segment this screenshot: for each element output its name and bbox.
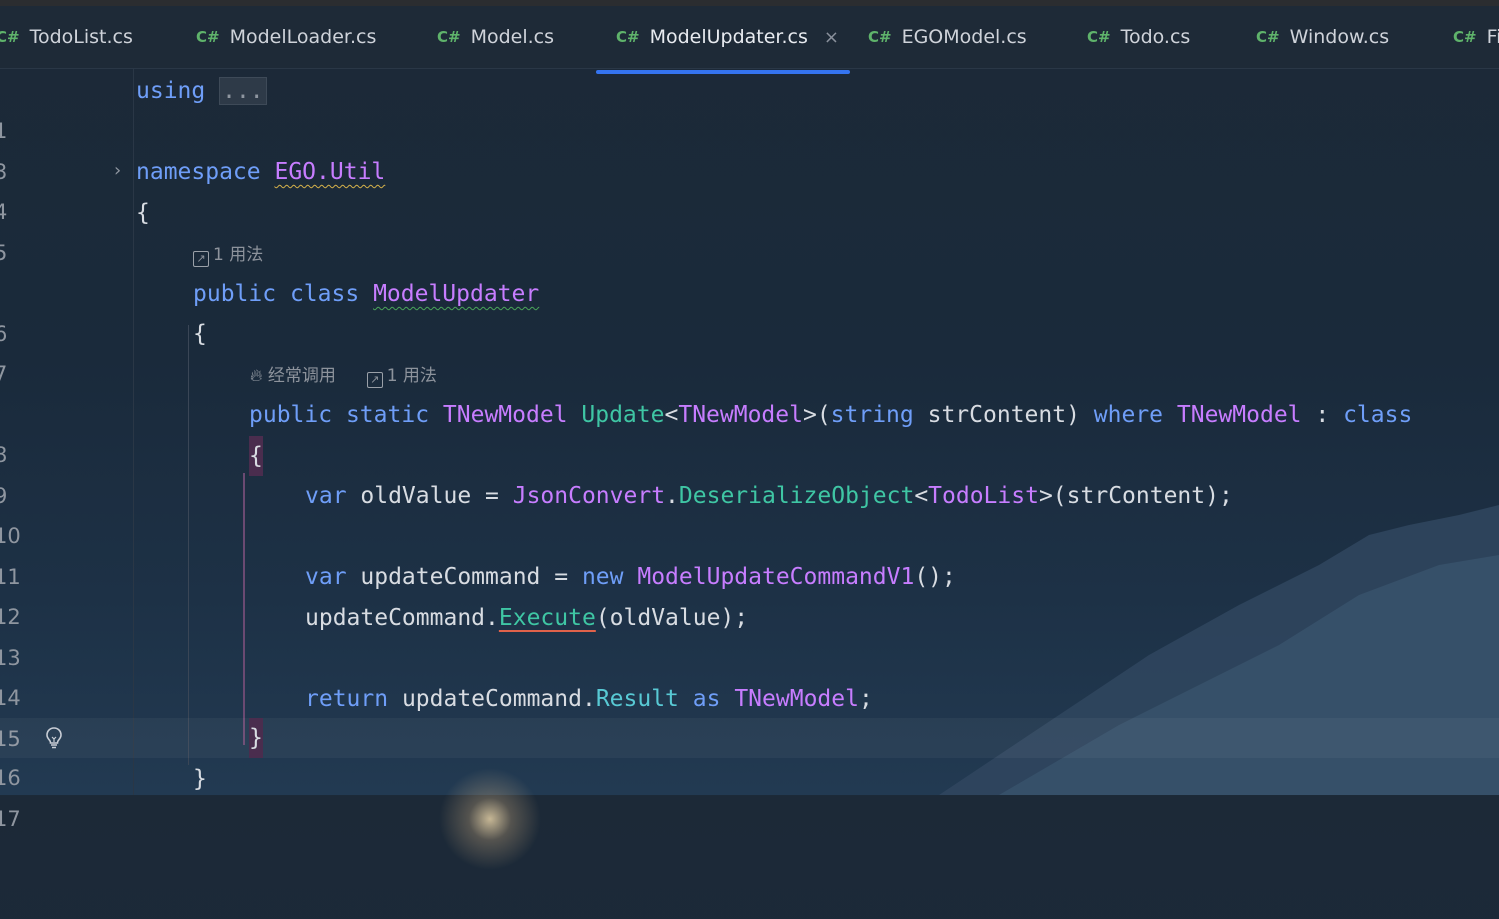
csharp-file-icon: C#: [196, 28, 220, 46]
property-name: Result: [595, 686, 679, 712]
class-usage-hint[interactable]: ↗ 1 用法: [193, 235, 263, 275]
tab-window[interactable]: C# Window.cs: [1256, 6, 1389, 68]
code-line-3[interactable]: 3: [0, 112, 1499, 184]
csharp-file-icon: C#: [437, 28, 461, 46]
flame-icon: 🔥︎: [250, 366, 263, 386]
csharp-file-icon: C#: [1256, 28, 1280, 46]
code-line-17[interactable]: 17 }: [0, 759, 1499, 831]
tab-label: Window.cs: [1289, 26, 1390, 48]
lightbulb-icon[interactable]: [42, 726, 66, 750]
method-name: Update: [581, 402, 665, 428]
tab-modelloader[interactable]: C# ModelLoader.cs: [196, 6, 376, 68]
punctuation: <: [914, 483, 929, 509]
line-number: 5: [0, 241, 8, 265]
return-type: TNewModel: [442, 402, 568, 428]
keyword: public: [249, 402, 333, 428]
tab-label: Model.cs: [470, 26, 555, 48]
tab-label: EGOModel.cs: [901, 26, 1027, 48]
type-parameter: TNewModel: [678, 402, 803, 428]
line-number: 17: [0, 807, 21, 831]
class-name: ModelUpdater: [373, 281, 540, 307]
keyword: where: [1093, 402, 1164, 428]
brace: }: [193, 766, 207, 792]
method-hints[interactable]: 🔥︎ 经常调用 ↗ 1 用法: [250, 356, 437, 396]
parameter: strContent): [913, 402, 1094, 428]
punctuation: :: [1301, 402, 1344, 428]
tab-label: ModelLoader.cs: [229, 26, 377, 48]
code-line-13[interactable]: 13 updateCommand.Execute(oldValue);: [0, 598, 1499, 670]
line-number: 7: [0, 362, 8, 386]
keyword: return: [305, 686, 389, 712]
code-line-7[interactable]: 7 {: [0, 314, 1499, 386]
punctuation: ;: [858, 686, 873, 712]
code-line-12[interactable]: 12 var updateCommand = new ModelUpdateCo…: [0, 557, 1499, 629]
keyword: string: [830, 402, 914, 428]
code-line-10[interactable]: 10 var oldValue = JsonConvert.Deserializ…: [0, 476, 1499, 548]
tab-modelupdater[interactable]: C# ModelUpdater.cs ×: [616, 6, 839, 68]
type-name: TNewModel: [734, 686, 859, 712]
namespace-name: EGO.Util: [274, 159, 386, 185]
keyword: namespace: [136, 159, 261, 185]
code-line-8[interactable]: 8 public static TNewModel Update<TNewMod…: [0, 395, 1499, 467]
punctuation: .: [665, 483, 679, 509]
csharp-file-icon: C#: [616, 28, 640, 46]
code-line-15[interactable]: 15 return updateCommand.Result as TNewMo…: [0, 679, 1499, 751]
keyword: static: [345, 402, 430, 428]
code-line-11[interactable]: 11: [0, 517, 1499, 589]
csharp-file-icon: C#: [0, 28, 20, 46]
method-name: DeserializeObject: [678, 483, 915, 509]
csharp-file-icon: C#: [1453, 28, 1477, 46]
variable: updateCommand.: [388, 686, 596, 712]
tab-egomodel[interactable]: C# EGOModel.cs: [868, 6, 1027, 68]
brace: {: [136, 200, 150, 226]
method-name: Execute: [498, 605, 596, 631]
usage-link-icon: ↗: [366, 372, 383, 388]
matched-brace: {: [249, 436, 263, 476]
keyword: var: [305, 564, 347, 590]
keyword: as: [692, 686, 721, 712]
variable: updateCommand =: [346, 564, 582, 590]
code-line-16[interactable]: 16 }: [0, 718, 1499, 790]
type-argument: TodoList: [928, 483, 1039, 509]
punctuation: >(: [802, 402, 831, 428]
variable: oldValue =: [346, 483, 513, 509]
code-editor[interactable]: 1 › using ... 3 4 namespace EGO.Util 5 {…: [0, 69, 1499, 879]
keyword: new: [581, 564, 624, 590]
code-line-1[interactable]: 1 › using ...: [0, 71, 1499, 181]
code-line-14[interactable]: 14: [0, 638, 1499, 710]
csharp-file-icon: C#: [868, 28, 892, 46]
tab-model[interactable]: C# Model.cs: [437, 6, 554, 68]
code-line-4[interactable]: 4 namespace EGO.Util: [0, 152, 1499, 224]
folded-region[interactable]: ...: [219, 77, 267, 105]
keyword: using: [136, 78, 206, 104]
usage-link-icon: ↗: [193, 251, 209, 267]
editor-tab-bar: C# TodoList.cs C# ModelLoader.cs C# Mode…: [0, 6, 1499, 74]
tab-label: Todo.cs: [1120, 26, 1191, 48]
tab-todo[interactable]: C# Todo.cs: [1087, 6, 1190, 68]
matched-brace: }: [249, 718, 263, 758]
code-line-5[interactable]: 5 {: [0, 193, 1499, 265]
code-line-9[interactable]: 9 {: [0, 436, 1499, 508]
punctuation: ();: [914, 564, 956, 590]
keyword: class: [289, 281, 360, 307]
brace: {: [193, 321, 207, 347]
csharp-file-icon: C#: [1087, 28, 1111, 46]
code-line-6[interactable]: 6 public class ModelUpdater: [0, 274, 1499, 346]
tab-label: ModelUpdater.cs: [649, 26, 808, 48]
variable: updateCommand.: [305, 605, 499, 631]
tab-label: Fi: [1486, 26, 1499, 48]
punctuation: <: [664, 402, 679, 428]
type-parameter: TNewModel: [1176, 402, 1302, 428]
tab-label: TodoList.cs: [29, 26, 133, 48]
tab-todolist[interactable]: C# TodoList.cs: [0, 6, 133, 68]
tab-truncated[interactable]: C# Fi: [1453, 6, 1499, 68]
close-tab-icon[interactable]: ×: [824, 27, 839, 48]
punctuation: >(strContent);: [1038, 483, 1233, 509]
type-name: JsonConvert: [512, 483, 666, 509]
keyword: class: [1343, 402, 1413, 428]
type-name: ModelUpdateCommandV1: [637, 564, 915, 590]
keyword: var: [305, 483, 347, 509]
punctuation: (oldValue);: [595, 605, 749, 631]
keyword: public: [193, 281, 277, 307]
